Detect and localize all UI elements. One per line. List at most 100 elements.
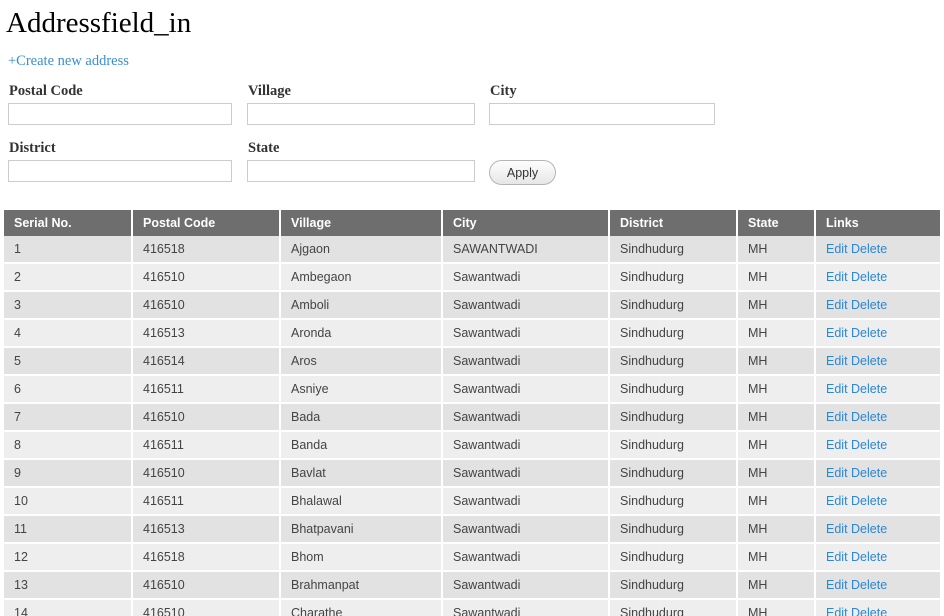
create-new-address-link[interactable]: +Create new address (8, 53, 129, 69)
edit-link[interactable]: Edit (826, 578, 848, 592)
edit-link[interactable]: Edit (826, 242, 848, 256)
edit-link[interactable]: Edit (826, 410, 848, 424)
cell-serial-no: 8 (4, 431, 133, 460)
cell-district: Sindhudurg (609, 263, 738, 292)
edit-link[interactable]: Edit (826, 298, 848, 312)
cell-postal-code: 416513 (132, 319, 281, 348)
cell-postal-code: 416510 (132, 459, 281, 488)
delete-link[interactable]: Delete (851, 298, 887, 312)
cell-city: Sawantwadi (442, 487, 610, 516)
edit-link[interactable]: Edit (826, 550, 848, 564)
cell-city: Sawantwadi (442, 319, 610, 348)
village-input[interactable] (247, 103, 475, 125)
city-label: City (490, 83, 517, 99)
delete-link[interactable]: Delete (851, 326, 887, 340)
cell-district: Sindhudurg (609, 599, 738, 616)
column-header-postal-code: Postal Code (132, 210, 281, 236)
cell-city: Sawantwadi (442, 515, 610, 544)
cell-village: Aronda (280, 319, 443, 348)
cell-postal-code: 416510 (132, 403, 281, 432)
cell-serial-no: 5 (4, 347, 133, 376)
edit-link[interactable]: Edit (826, 382, 848, 396)
filter-field-village: Village (247, 83, 475, 125)
cell-city: Sawantwadi (442, 291, 610, 320)
edit-link[interactable]: Edit (826, 270, 848, 284)
cell-district: Sindhudurg (609, 571, 738, 600)
edit-link[interactable]: Edit (826, 494, 848, 508)
delete-link[interactable]: Delete (851, 578, 887, 592)
delete-link[interactable]: Delete (851, 438, 887, 452)
cell-links: Edit Delete (815, 263, 940, 292)
cell-links: Edit Delete (815, 403, 940, 432)
cell-links: Edit Delete (815, 543, 940, 572)
cell-serial-no: 4 (4, 319, 133, 348)
state-input[interactable] (247, 160, 475, 182)
city-input[interactable] (489, 103, 715, 125)
table-row: 5 416514 Aros Sawantwadi Sindhudurg MH Edit De… (4, 347, 940, 376)
district-label: District (9, 140, 56, 156)
edit-link[interactable]: Edit (826, 354, 848, 368)
cell-links: Edit Delete (815, 347, 940, 376)
cell-village: Ajgaon (280, 236, 443, 264)
create-link-container: +Create new address (0, 40, 944, 70)
cell-district: Sindhudurg (609, 459, 738, 488)
cell-postal-code: 416510 (132, 599, 281, 616)
delete-link[interactable]: Delete (851, 466, 887, 480)
postal-code-input[interactable] (8, 103, 232, 125)
cell-village: Bhatpavani (280, 515, 443, 544)
cell-city: SAWANTWADI (442, 236, 610, 264)
cell-state: MH (737, 291, 816, 320)
delete-link[interactable]: Delete (851, 270, 887, 284)
edit-link[interactable]: Edit (826, 606, 848, 616)
filter-row-1: Postal Code Village City (0, 83, 944, 140)
edit-link[interactable]: Edit (826, 438, 848, 452)
cell-links: Edit Delete (815, 515, 940, 544)
delete-link[interactable]: Delete (851, 494, 887, 508)
state-label: State (248, 140, 280, 156)
table-body: 1 416518 Ajgaon SAWANTWADI Sindhudurg MH Edit … (4, 236, 940, 616)
cell-state: MH (737, 375, 816, 404)
cell-serial-no: 11 (4, 515, 133, 544)
delete-link[interactable]: Delete (851, 410, 887, 424)
cell-city: Sawantwadi (442, 543, 610, 572)
cell-village: Banda (280, 431, 443, 460)
cell-links: Edit Delete (815, 236, 940, 264)
page-root: Addressfield_in +Create new address Post… (0, 0, 944, 616)
delete-link[interactable]: Delete (851, 382, 887, 396)
cell-city: Sawantwadi (442, 431, 610, 460)
cell-district: Sindhudurg (609, 319, 738, 348)
cell-village: Asniye (280, 375, 443, 404)
page-title: Addressfield_in (6, 7, 192, 39)
district-input[interactable] (8, 160, 232, 182)
cell-village: Bada (280, 403, 443, 432)
delete-link[interactable]: Delete (851, 522, 887, 536)
cell-serial-no: 6 (4, 375, 133, 404)
apply-button[interactable]: Apply (489, 160, 556, 185)
cell-links: Edit Delete (815, 459, 940, 488)
delete-link[interactable]: Delete (851, 606, 887, 616)
column-header-links: Links (815, 210, 940, 236)
cell-city: Sawantwadi (442, 403, 610, 432)
cell-village: Aros (280, 347, 443, 376)
edit-link[interactable]: Edit (826, 466, 848, 480)
cell-postal-code: 416513 (132, 515, 281, 544)
cell-city: Sawantwadi (442, 571, 610, 600)
edit-link[interactable]: Edit (826, 326, 848, 340)
column-header-village: Village (280, 210, 443, 236)
delete-link[interactable]: Delete (851, 354, 887, 368)
cell-links: Edit Delete (815, 571, 940, 600)
cell-village: Brahmanpat (280, 571, 443, 600)
cell-serial-no: 14 (4, 599, 133, 616)
delete-link[interactable]: Delete (851, 550, 887, 564)
cell-links: Edit Delete (815, 319, 940, 348)
cell-city: Sawantwadi (442, 263, 610, 292)
edit-link[interactable]: Edit (826, 522, 848, 536)
column-header-state: State (737, 210, 816, 236)
cell-district: Sindhudurg (609, 515, 738, 544)
cell-state: MH (737, 263, 816, 292)
filter-row-2: District State Apply (0, 140, 944, 197)
cell-district: Sindhudurg (609, 543, 738, 572)
address-table-container: Serial No. Postal Code Village City Dist… (0, 197, 944, 616)
delete-link[interactable]: Delete (851, 242, 887, 256)
table-row: 4 416513 Aronda Sawantwadi Sindhudurg MH Edit … (4, 319, 940, 348)
